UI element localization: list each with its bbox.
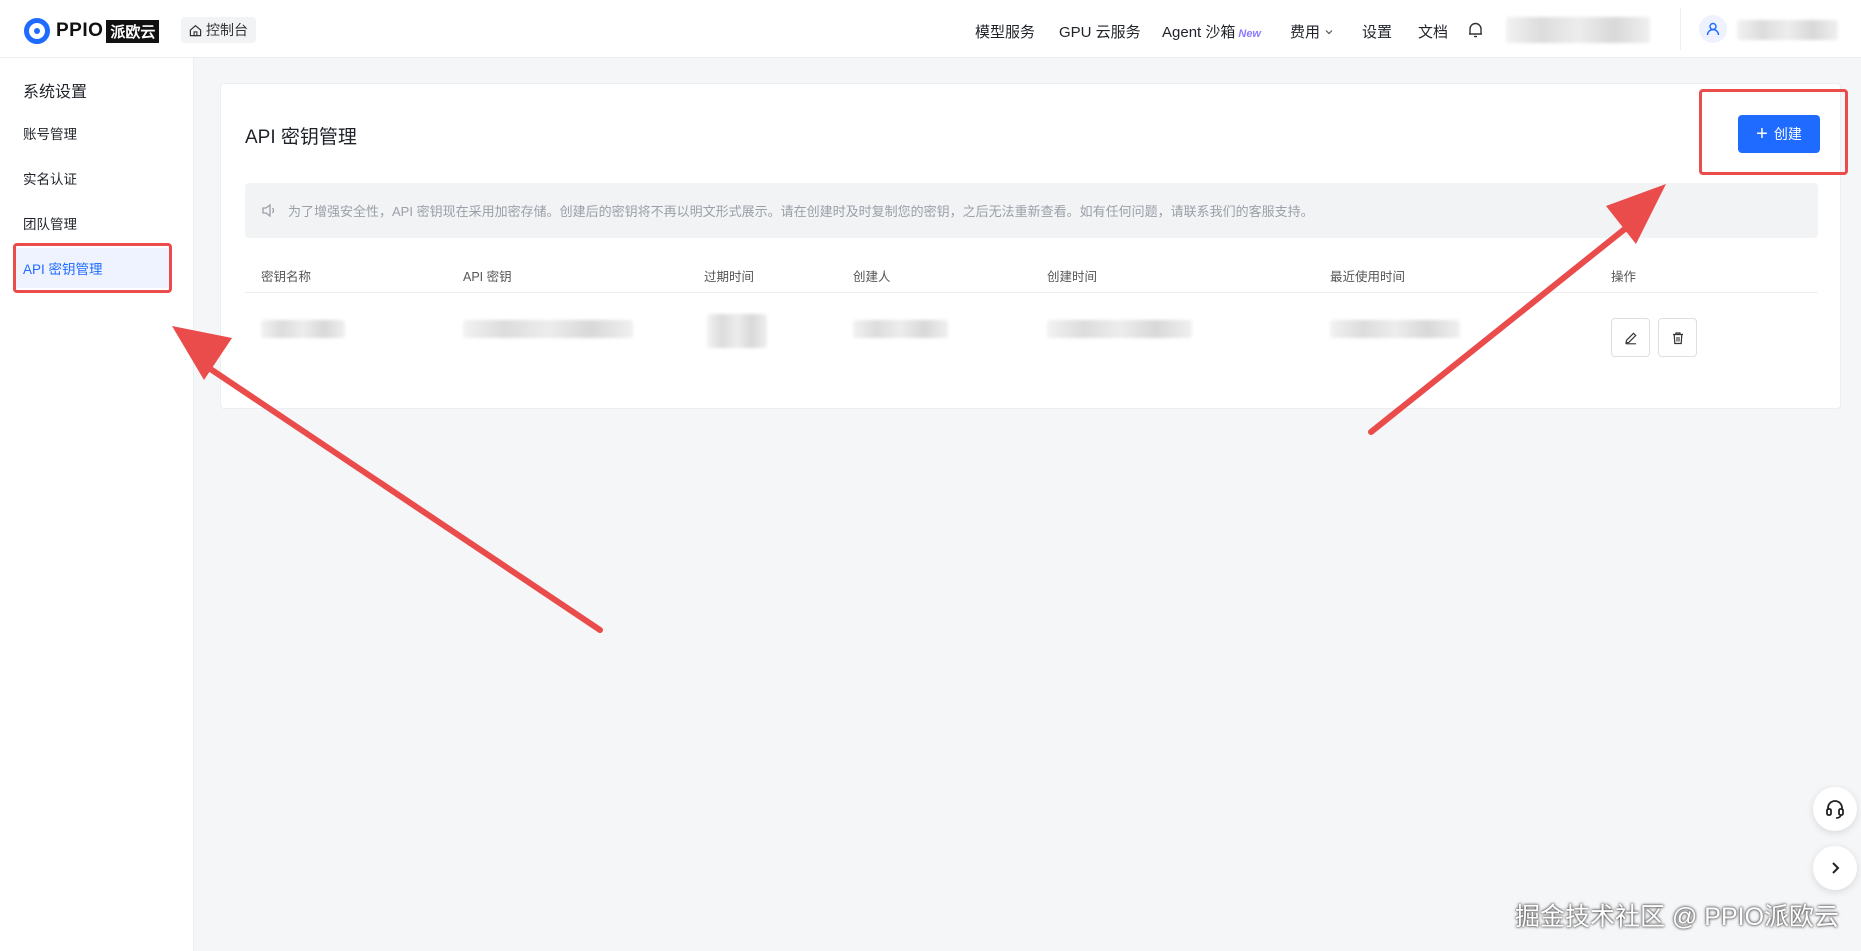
- console-label: 控制台: [206, 22, 248, 38]
- watermark: 掘金技术社区 @ PPIO派欧云: [1515, 903, 1840, 931]
- column-header: API 密钥: [463, 270, 512, 284]
- logo-icon: [24, 18, 50, 44]
- trash-icon: [1672, 331, 1683, 344]
- username-redacted[interactable]: [1737, 20, 1838, 40]
- edit-button[interactable]: [1611, 318, 1650, 357]
- notice-text: 为了增强安全性，API 密钥现在采用加密存储。创建后的密钥将不再以明文形式展示。…: [288, 204, 1314, 219]
- new-badge: New: [1238, 28, 1261, 40]
- table-header: 密钥名称 API 密钥 过期时间 创建人 创建时间 最近使用时间 操作: [245, 255, 1818, 293]
- sidebar-item-account[interactable]: 账号管理: [14, 113, 170, 153]
- sidebar: 系统设置 账号管理 实名认证 团队管理 API 密钥管理: [0, 58, 194, 951]
- security-notice: 为了增强安全性，API 密钥现在采用加密存储。创建后的密钥将不再以明文形式展示。…: [245, 183, 1818, 238]
- avatar[interactable]: [1699, 15, 1727, 43]
- brand-logo[interactable]: PPIO 派欧云: [24, 18, 160, 44]
- header-divider: [1680, 8, 1681, 50]
- chevron-down-icon: [1325, 30, 1333, 35]
- account-balance-redacted[interactable]: [1506, 17, 1650, 43]
- sidebar-title: 系统设置: [23, 84, 88, 101]
- brand-name-cn: 派欧云: [106, 19, 160, 43]
- api-keys-card: API 密钥管理 + 创建 为了增强安全性，API 密钥现在采用加密存储。创建后…: [220, 83, 1841, 409]
- column-header: 密钥名称: [261, 270, 312, 284]
- created-time-redacted: [1047, 320, 1192, 338]
- nav-agent-sandbox[interactable]: Agent 沙箱 New: [1162, 21, 1261, 42]
- key-name-redacted: [261, 320, 345, 338]
- annotation-box-sidebar: [13, 243, 172, 293]
- sidebar-item-label: 实名认证: [23, 172, 77, 187]
- user-icon: [1706, 22, 1720, 36]
- nav-billing[interactable]: 费用: [1290, 21, 1334, 42]
- headset-icon: [1826, 800, 1844, 819]
- nav-docs[interactable]: 文档: [1418, 21, 1448, 42]
- column-header: 过期时间: [704, 270, 755, 284]
- delete-button[interactable]: [1658, 318, 1697, 357]
- table-row: [245, 294, 1818, 364]
- expand-button[interactable]: [1813, 846, 1857, 890]
- speaker-icon: [262, 203, 275, 218]
- nav-gpu-cloud[interactable]: GPU 云服务: [1059, 21, 1141, 42]
- nav-settings[interactable]: 设置: [1362, 21, 1392, 42]
- last-used-redacted: [1330, 320, 1460, 338]
- page-title: API 密钥管理: [245, 127, 357, 148]
- pencil-icon: [1624, 331, 1637, 344]
- sidebar-item-label: 团队管理: [23, 217, 77, 232]
- nav-billing-label: 费用: [1290, 24, 1321, 41]
- nav-model-service[interactable]: 模型服务: [975, 21, 1035, 42]
- creator-redacted: [853, 320, 948, 338]
- nav-agent-sandbox-label: Agent 沙箱: [1162, 24, 1236, 41]
- brand-name: PPIO: [56, 20, 104, 41]
- column-header: 操作: [1611, 270, 1637, 284]
- column-header: 最近使用时间: [1330, 270, 1406, 284]
- column-header: 创建时间: [1047, 270, 1098, 284]
- home-icon: [189, 24, 202, 36]
- sidebar-item-team[interactable]: 团队管理: [14, 203, 170, 243]
- console-button[interactable]: 控制台: [181, 17, 256, 43]
- chevron-right-icon: [1832, 862, 1840, 874]
- column-header: 创建人: [853, 270, 891, 284]
- top-bar: PPIO 派欧云 控制台 模型服务 GPU 云服务 Agent 沙箱 New 费用…: [0, 0, 1861, 58]
- sidebar-item-verification[interactable]: 实名认证: [14, 158, 170, 198]
- sidebar-item-label: 账号管理: [23, 127, 77, 142]
- expire-time-redacted: [707, 314, 767, 348]
- bell-icon[interactable]: [1467, 21, 1484, 39]
- support-button[interactable]: [1813, 787, 1857, 831]
- api-key-redacted: [463, 320, 633, 338]
- annotation-box-create: [1699, 89, 1848, 175]
